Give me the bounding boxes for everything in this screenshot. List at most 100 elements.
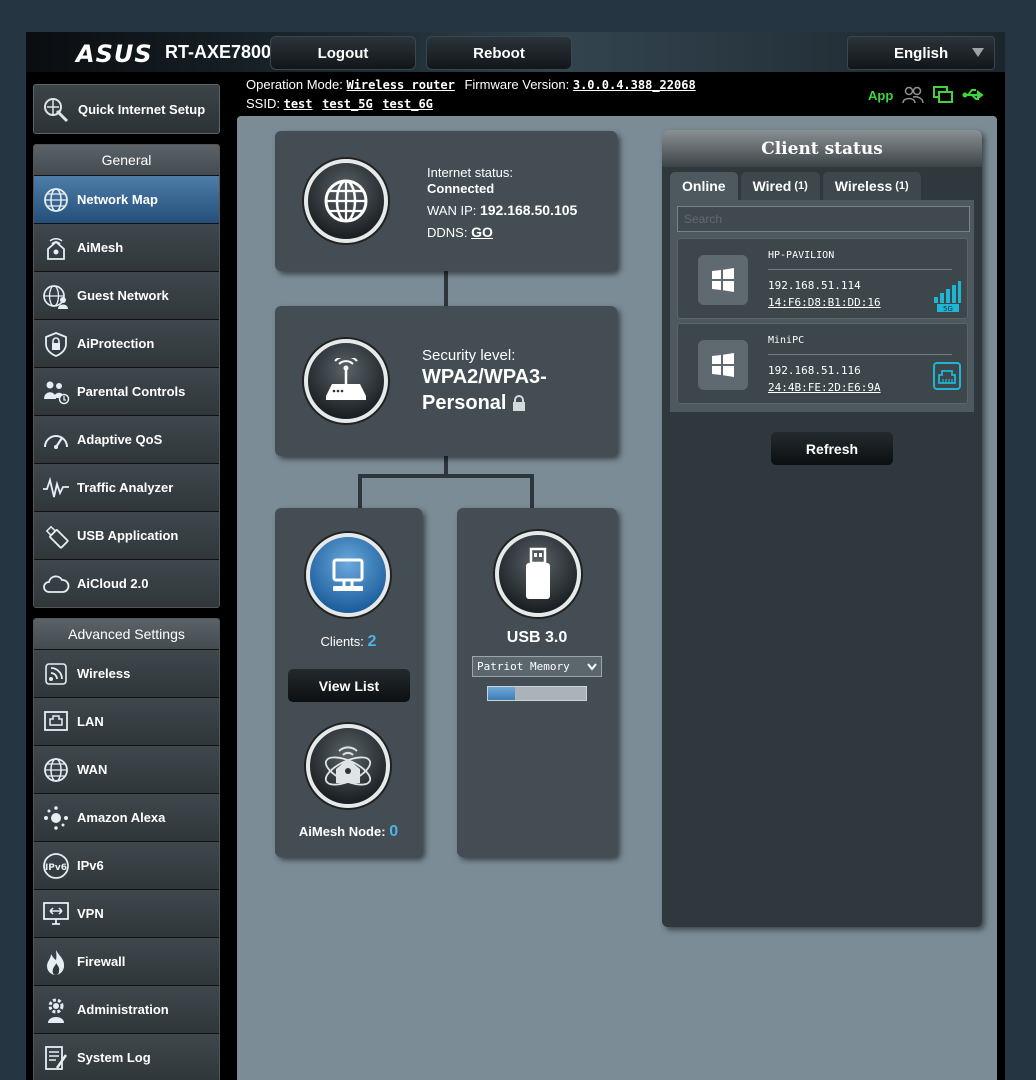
sidebar-item-traffic-analyzer[interactable]: Traffic Analyzer bbox=[34, 463, 219, 511]
general-menu: General Network Map AiMesh Guest Network… bbox=[33, 144, 220, 608]
tab-wired[interactable]: Wired (1) bbox=[740, 172, 820, 200]
client-ip: 192.168.51.116 bbox=[768, 364, 861, 377]
wan-ip-label: WAN IP: bbox=[427, 203, 477, 218]
tab-wireless[interactable]: Wireless (1) bbox=[822, 172, 921, 200]
connector-line bbox=[530, 474, 534, 510]
list-item[interactable]: HP-PAVILION 192.168.51.114 14:F6:D8:B1:D… bbox=[677, 238, 968, 319]
usb-status-icon[interactable] bbox=[962, 87, 986, 103]
asus-logo: ASUS bbox=[76, 40, 153, 68]
waveform-icon bbox=[40, 472, 72, 504]
client-status-title: Client status bbox=[662, 130, 982, 167]
sidebar-item-amazon-alexa[interactable]: Amazon Alexa bbox=[34, 793, 219, 841]
usb-stick-icon bbox=[526, 547, 550, 599]
view-list-button[interactable]: View List bbox=[288, 669, 410, 702]
sidebar-item-wan[interactable]: WAN bbox=[34, 745, 219, 793]
operation-mode-link[interactable]: Wireless router bbox=[346, 78, 454, 92]
clients-status-icon[interactable] bbox=[902, 86, 925, 104]
sidebar-item-label: AiProtection bbox=[77, 336, 155, 351]
ssid-link-2[interactable]: test_5G bbox=[322, 97, 373, 111]
logout-button[interactable]: Logout bbox=[270, 36, 416, 70]
usb-card[interactable]: USB 3.0 Patriot Memory bbox=[457, 508, 617, 857]
alexa-icon bbox=[40, 802, 72, 834]
lock-icon bbox=[513, 395, 526, 411]
sidebar-item-lan[interactable]: LAN bbox=[34, 697, 219, 745]
security-level-line2: Personal bbox=[422, 392, 507, 414]
divider bbox=[768, 269, 952, 270]
sidebar-item-administration[interactable]: Administration bbox=[34, 985, 219, 1033]
list-item[interactable]: MiniPC 192.168.51.116 24:4B:FE:2D:E6:9A bbox=[677, 323, 968, 404]
router-button[interactable] bbox=[304, 339, 388, 423]
operation-mode-label: Operation Mode: bbox=[246, 77, 343, 92]
usb-device-value: Patriot Memory bbox=[477, 660, 570, 673]
ssid-label: SSID: bbox=[246, 96, 280, 111]
sidebar-item-label: IPv6 bbox=[77, 858, 104, 873]
tab-count: (1) bbox=[794, 180, 808, 192]
tab-online[interactable]: Online bbox=[670, 172, 738, 200]
client-mac-link[interactable]: 24:4B:FE:2D:E6:9A bbox=[768, 381, 881, 394]
sidebar-item-label: Administration bbox=[77, 1002, 169, 1017]
chevron-down-icon bbox=[972, 48, 984, 57]
sidebar-item-adaptive-qos[interactable]: Adaptive QoS bbox=[34, 415, 219, 463]
quick-internet-setup-button[interactable]: Quick Internet Setup bbox=[33, 84, 220, 134]
refresh-button[interactable]: Refresh bbox=[771, 432, 893, 465]
internet-card[interactable]: Internet status: Connected WAN IP: 192.1… bbox=[275, 131, 617, 271]
reboot-button[interactable]: Reboot bbox=[426, 36, 572, 70]
sidebar-item-aimesh[interactable]: AiMesh bbox=[34, 223, 219, 271]
fire-icon bbox=[40, 946, 72, 978]
sidebar-item-guest-network[interactable]: Guest Network bbox=[34, 271, 219, 319]
wifi-icon bbox=[40, 658, 72, 690]
connection-band-label: 5G bbox=[943, 305, 953, 313]
ddns-go-link[interactable]: GO bbox=[471, 224, 493, 240]
ssid-link-3[interactable]: test_6G bbox=[382, 97, 433, 111]
internet-globe-button[interactable] bbox=[304, 159, 388, 243]
magic-wand-icon bbox=[40, 94, 70, 124]
connector-line bbox=[358, 474, 362, 510]
sidebar-item-wireless[interactable]: Wireless bbox=[34, 649, 219, 697]
clients-button[interactable] bbox=[306, 533, 390, 617]
router-model: RT-AXE7800 bbox=[165, 42, 272, 62]
language-select[interactable]: English bbox=[847, 36, 995, 70]
firmware-link[interactable]: 3.0.0.4.388_22068 bbox=[573, 78, 696, 92]
clients-card[interactable]: Clients: 2 View List AiMesh Node: 0 bbox=[275, 508, 422, 857]
app-link[interactable]: App bbox=[868, 88, 893, 103]
svg-text:IPv6: IPv6 bbox=[45, 863, 67, 873]
connector-line bbox=[358, 474, 534, 478]
sidebar-item-label: Guest Network bbox=[77, 288, 169, 303]
aimesh-node-count: 0 bbox=[389, 823, 399, 840]
security-card[interactable]: Security level: WPA2/WPA3- Personal bbox=[275, 306, 617, 456]
wan-ip-value: 192.168.50.105 bbox=[479, 202, 578, 218]
family-icon bbox=[40, 376, 72, 408]
client-mac-link[interactable]: 14:F6:D8:B1:DD:16 bbox=[768, 296, 881, 309]
client-search-input[interactable] bbox=[677, 206, 970, 232]
client-name: HP-PAVILION bbox=[768, 250, 835, 261]
usb-device-button[interactable] bbox=[495, 531, 581, 617]
aimesh-node-label: AiMesh Node: bbox=[298, 824, 386, 839]
usb-stick-icon bbox=[40, 520, 72, 552]
sidebar-item-label: Adaptive QoS bbox=[77, 432, 163, 447]
sidebar-item-vpn[interactable]: VPN bbox=[34, 889, 219, 937]
ssid-link-1[interactable]: test bbox=[284, 97, 313, 111]
client-ip: 192.168.51.114 bbox=[768, 279, 861, 292]
sidebar-item-label: System Log bbox=[77, 1050, 151, 1065]
usb-device-select[interactable]: Patriot Memory bbox=[472, 656, 602, 677]
sidebar-item-label: AiCloud 2.0 bbox=[77, 576, 149, 591]
sidebar-item-system-log[interactable]: System Log bbox=[34, 1033, 219, 1080]
sidebar-item-label: Amazon Alexa bbox=[77, 810, 166, 825]
ddns-label: DDNS: bbox=[427, 225, 468, 240]
chevron-down-icon bbox=[587, 663, 597, 671]
client-name: MiniPC bbox=[768, 335, 805, 346]
sidebar-item-label: USB Application bbox=[77, 528, 179, 543]
sidebar-item-firewall[interactable]: Firewall bbox=[34, 937, 219, 985]
security-level-line1: WPA2/WPA3- bbox=[422, 366, 547, 388]
sidebar-item-label: Traffic Analyzer bbox=[77, 480, 174, 495]
sidebar-item-aiprotection[interactable]: AiProtection bbox=[34, 319, 219, 367]
sidebar-item-usb-application[interactable]: USB Application bbox=[34, 511, 219, 559]
internet-status-label: Internet status: bbox=[427, 165, 513, 180]
aimesh-node-button[interactable] bbox=[306, 724, 390, 808]
internet-status-icon[interactable] bbox=[933, 86, 954, 104]
sidebar-item-network-map[interactable]: Network Map bbox=[34, 175, 219, 223]
sidebar-item-aicloud[interactable]: AiCloud 2.0 bbox=[34, 559, 219, 607]
sidebar-item-parental-controls[interactable]: Parental Controls bbox=[34, 367, 219, 415]
sidebar-item-ipv6[interactable]: IPv6 IPv6 bbox=[34, 841, 219, 889]
tab-count: (1) bbox=[895, 180, 909, 192]
